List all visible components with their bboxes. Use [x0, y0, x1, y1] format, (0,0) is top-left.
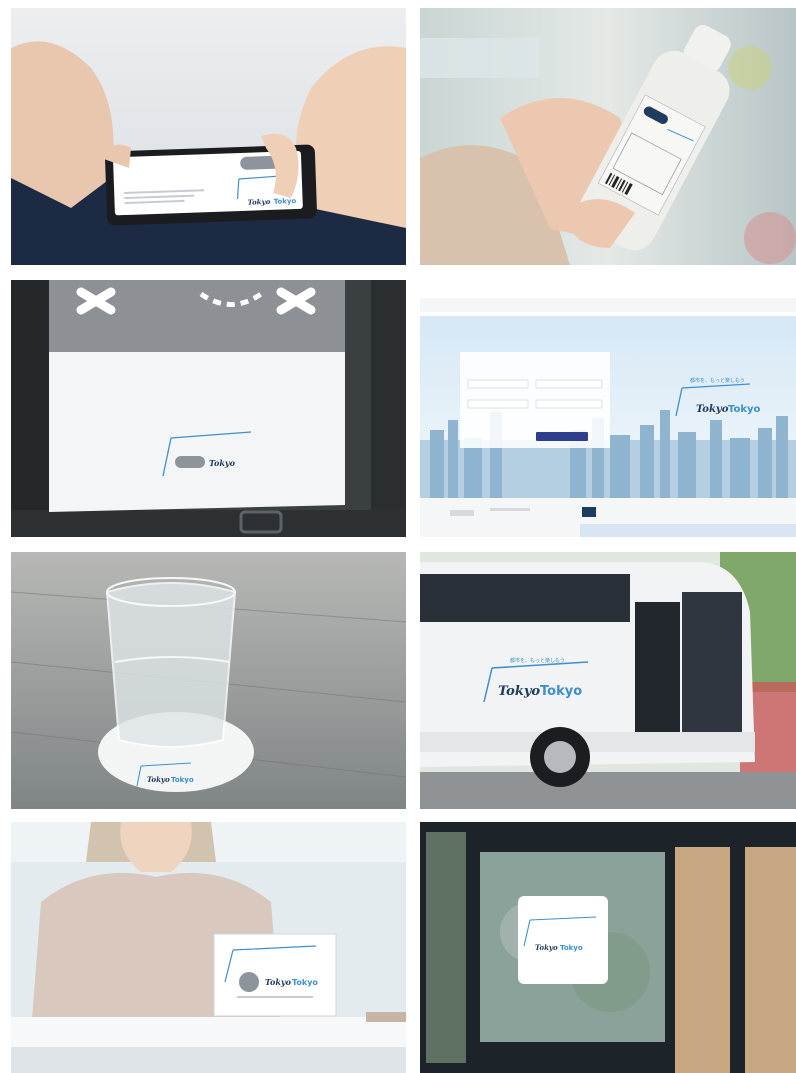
- svg-text:Tokyo: Tokyo: [265, 977, 292, 987]
- svg-text:Tokyo: Tokyo: [273, 197, 296, 206]
- site-nav: [420, 298, 796, 312]
- bottle-scene: [420, 8, 796, 265]
- business-card-scene: Tokyo Tokyo: [11, 8, 406, 265]
- website-scene: 都市を、もっと楽しもう Tokyo Tokyo: [420, 280, 796, 537]
- coaster-scene: Tokyo Tokyo: [11, 552, 406, 809]
- window-poster-scene: Tokyo: [11, 280, 406, 537]
- tile-website: 都市を、もっと楽しもう Tokyo Tokyo: [420, 280, 796, 537]
- door-scene: Tokyo Tokyo: [420, 822, 796, 1073]
- svg-text:Tokyo: Tokyo: [171, 776, 194, 784]
- poster-header: [49, 280, 345, 352]
- reception-scene: Tokyo Tokyo: [11, 822, 406, 1073]
- tile-door-sticker: Tokyo Tokyo: [420, 822, 796, 1073]
- svg-text:Tokyo: Tokyo: [540, 684, 582, 699]
- wood-panel-1: [675, 847, 730, 1073]
- form-input-id[interactable]: [467, 379, 529, 389]
- svg-text:Tokyo: Tokyo: [728, 404, 761, 415]
- svg-text:Tokyo: Tokyo: [247, 197, 270, 207]
- svg-text:都市を、もっと楽しもう: 都市を、もっと楽しもう: [690, 377, 745, 384]
- reception-counter: [11, 1017, 406, 1047]
- login-button[interactable]: [536, 432, 588, 441]
- svg-text:Tokyo: Tokyo: [147, 775, 170, 784]
- wood-panel-2: [745, 847, 796, 1073]
- svg-text:Tokyo: Tokyo: [209, 458, 236, 468]
- tile-business-card: Tokyo Tokyo: [11, 8, 406, 265]
- door-sticker: [518, 896, 608, 984]
- tile-coaster: Tokyo Tokyo: [11, 552, 406, 809]
- water-glass: [105, 582, 237, 748]
- svg-text:都市を、もっと楽しもう: 都市を、もっと楽しもう: [510, 657, 565, 664]
- form-input-password[interactable]: [535, 379, 603, 389]
- form-input-3[interactable]: [467, 399, 529, 409]
- svg-text:Tokyo: Tokyo: [535, 943, 558, 952]
- tile-bottle: [420, 8, 796, 265]
- bus-windows: [420, 574, 630, 622]
- tile-reception-sign: Tokyo Tokyo: [11, 822, 406, 1073]
- svg-text:Tokyo: Tokyo: [560, 944, 583, 952]
- svg-text:Tokyo: Tokyo: [696, 404, 729, 415]
- tile-bus: 都市を、もっと楽しもう Tokyo Tokyo: [420, 552, 796, 809]
- form-input-4[interactable]: [535, 399, 603, 409]
- svg-text:Tokyo: Tokyo: [498, 684, 540, 699]
- road: [420, 772, 796, 809]
- bus-scene: 都市を、もっと楽しもう Tokyo Tokyo: [420, 552, 796, 809]
- svg-text:Tokyo: Tokyo: [292, 978, 318, 987]
- reception-sign: [213, 933, 337, 1017]
- tile-window-poster: Tokyo: [11, 280, 406, 537]
- bus-door: [635, 602, 680, 752]
